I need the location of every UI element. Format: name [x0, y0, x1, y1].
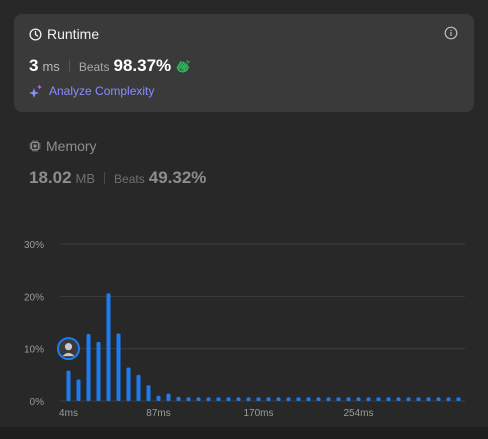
memory-unit: MB: [75, 171, 96, 186]
distribution-bar[interactable]: [446, 397, 451, 401]
distribution-bar[interactable]: [376, 397, 381, 401]
distribution-bar[interactable]: [336, 397, 341, 401]
y-tick-label: 30%: [24, 240, 44, 251]
distribution-bar[interactable]: [146, 385, 151, 401]
runtime-beats-value: 98.37%: [113, 56, 172, 75]
distribution-bar[interactable]: [156, 395, 161, 401]
x-tick-label: 170ms: [243, 408, 273, 419]
distribution-bar[interactable]: [286, 397, 291, 401]
distribution-bar[interactable]: [136, 374, 141, 401]
runtime-unit: ms: [42, 59, 60, 74]
distribution-bar[interactable]: [436, 397, 441, 401]
distribution-bar[interactable]: [356, 397, 361, 401]
info-icon[interactable]: [444, 26, 458, 40]
x-tick-label: 4ms: [59, 408, 78, 419]
user-avatar-marker[interactable]: [57, 337, 80, 361]
distribution-bar[interactable]: [326, 397, 331, 401]
distribution-bar[interactable]: [256, 397, 261, 401]
runtime-stats: 3 ms Beats 98.37%: [29, 56, 191, 76]
distribution-bar[interactable]: [276, 397, 281, 401]
x-tick-label: 87ms: [146, 408, 170, 419]
distribution-bar[interactable]: [426, 397, 431, 401]
x-tick-label: 254ms: [343, 408, 373, 419]
runtime-title: Runtime: [47, 26, 100, 42]
divider: [68, 60, 70, 72]
distribution-bar[interactable]: [346, 397, 351, 401]
distribution-bar[interactable]: [366, 397, 371, 401]
y-tick-label: 10%: [24, 345, 44, 356]
y-tick-label: 0%: [30, 397, 45, 408]
memory-title: Memory: [46, 138, 97, 154]
distribution-bar[interactable]: [196, 397, 201, 401]
distribution-bar[interactable]: [96, 341, 101, 401]
distribution-bar[interactable]: [86, 334, 91, 401]
panel-bottom-edge: [0, 427, 488, 439]
distribution-bar[interactable]: [266, 397, 271, 401]
distribution-bar[interactable]: [246, 397, 251, 401]
distribution-bar[interactable]: [226, 397, 231, 401]
chip-icon: [29, 140, 41, 152]
distribution-bar[interactable]: [186, 397, 191, 401]
runtime-distribution-chart[interactable]: 30% 20% 10% 0% 4ms 87ms 170ms 254ms: [0, 230, 488, 425]
analyze-complexity-label: Analyze Complexity: [49, 84, 155, 98]
distribution-bar[interactable]: [76, 379, 81, 401]
sparkle-icon: [29, 84, 42, 98]
runtime-card[interactable]: Runtime 3 ms Beats 98.37% Analyze Comple…: [14, 14, 474, 112]
clap-icon: [176, 60, 190, 73]
distribution-bar[interactable]: [216, 397, 221, 401]
submission-detail-panel: Runtime 3 ms Beats 98.37% Analyze Comple…: [0, 0, 488, 439]
clock-icon: [29, 27, 42, 41]
memory-beats-value: 49.32%: [148, 168, 207, 187]
memory-beats-label: Beats: [114, 172, 145, 186]
runtime-header: Runtime: [29, 26, 99, 42]
distribution-bar[interactable]: [236, 397, 241, 401]
analyze-complexity-button[interactable]: Analyze Complexity: [29, 84, 154, 98]
memory-value: 18.02: [29, 168, 72, 187]
distribution-bar[interactable]: [306, 397, 311, 401]
distribution-bar[interactable]: [126, 367, 131, 401]
runtime-beats-label: Beats: [78, 60, 110, 74]
distribution-bar[interactable]: [386, 397, 391, 401]
distribution-bar[interactable]: [406, 397, 411, 401]
distribution-bar[interactable]: [316, 397, 321, 401]
distribution-bar[interactable]: [416, 397, 421, 401]
runtime-value: 3: [29, 56, 39, 75]
distribution-bar[interactable]: [396, 397, 401, 401]
y-tick-label: 20%: [24, 292, 44, 303]
distribution-bar[interactable]: [116, 333, 121, 401]
distribution-bar[interactable]: [166, 393, 171, 401]
memory-stats: 18.02 MB Beats 49.32%: [29, 168, 206, 188]
distribution-bar[interactable]: [456, 397, 461, 401]
distribution-bar[interactable]: [176, 396, 181, 401]
distribution-bar[interactable]: [206, 397, 211, 401]
distribution-bar[interactable]: [66, 370, 71, 401]
distribution-bar[interactable]: [106, 293, 111, 401]
distribution-bar[interactable]: [296, 397, 301, 401]
divider: [104, 172, 106, 184]
memory-header[interactable]: Memory: [29, 138, 97, 154]
